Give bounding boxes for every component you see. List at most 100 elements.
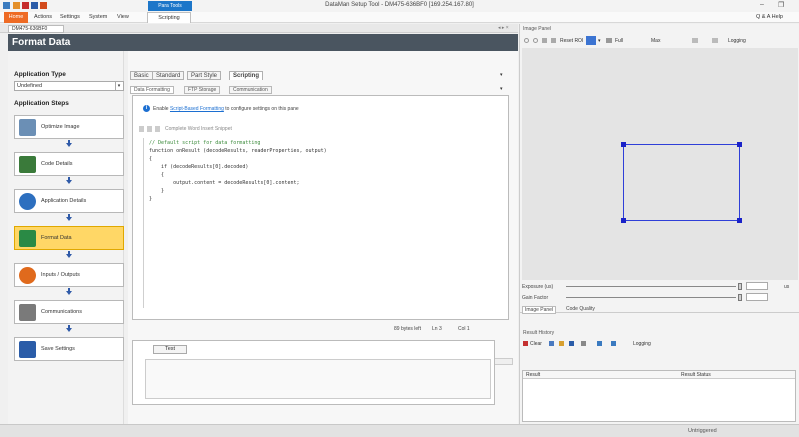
step-save-settings[interactable]: Save Settings [14, 337, 124, 361]
roi-rectangle[interactable] [621, 142, 742, 223]
dropdown-icon[interactable]: ▾ [598, 38, 601, 44]
open-icon[interactable] [559, 341, 564, 346]
test-output[interactable] [145, 359, 491, 399]
title-bar: Para Tools DataMan Setup Tool - DM475-63… [0, 0, 799, 12]
window-title: DataMan Setup Tool - DM475-636BF0 [169.2… [325, 2, 474, 8]
exposure-slider[interactable] [566, 286, 736, 287]
step-label: Optimize Image [41, 124, 80, 130]
step-label: Application Details [41, 198, 87, 204]
step-label: Save Settings [41, 346, 75, 352]
application-steps-panel: Application Type Undefined ▾ Application… [8, 51, 124, 424]
application-type-select[interactable]: Undefined ▾ [14, 81, 124, 91]
pin-icon[interactable] [597, 341, 602, 346]
image-toolbar: Reset ROI ▾ Full Max Logging [522, 36, 798, 47]
fit-icon[interactable] [551, 38, 556, 43]
tab-scripting[interactable]: Scripting [229, 71, 264, 80]
roi-handle[interactable] [621, 142, 626, 147]
gain-thumb[interactable] [738, 294, 742, 301]
menu-view[interactable]: View [117, 14, 129, 20]
exposure-unit: us [784, 284, 790, 290]
full-select[interactable]: Full [615, 38, 623, 44]
exposure-input[interactable] [746, 282, 768, 290]
results-header-row: Result Result Status [523, 371, 795, 379]
grid-icon[interactable] [581, 341, 586, 346]
clear-button[interactable]: Clear [530, 341, 542, 347]
save-image-icon[interactable] [712, 38, 718, 43]
menu-scripting[interactable]: Scripting [147, 12, 191, 23]
test-button[interactable]: Test [153, 345, 187, 354]
live-video-icon[interactable] [586, 36, 596, 45]
tab-standard[interactable]: Standard [152, 71, 185, 80]
column-header[interactable]: Result Status [681, 372, 711, 378]
speaker-icon[interactable] [611, 341, 616, 346]
application-type-value: Undefined [17, 83, 43, 89]
grid-icon[interactable] [692, 38, 698, 43]
code-editor[interactable]: // Default script for data formatting fu… [145, 138, 505, 308]
step-application-details[interactable]: Application Details [14, 189, 124, 213]
document-tab[interactable]: DM475-636BF0 [8, 25, 64, 33]
image-panel: Image Panel Reset ROI ▾ Full Max Logging… [519, 24, 799, 424]
menu-home[interactable]: Home [4, 12, 28, 23]
trigger-status: Untriggered [688, 428, 717, 434]
copy-icon[interactable] [147, 126, 152, 132]
format-data-panel: Basic Standard Part Style Scripting ▾ Da… [128, 51, 518, 424]
paste-icon[interactable] [155, 126, 160, 132]
step-format-data[interactable]: Format Data [14, 226, 124, 250]
ribbon-menu: Home Actions Settings System View Script… [0, 12, 799, 23]
filter-icon[interactable] [549, 341, 554, 346]
step-optimize-image[interactable]: Optimize Image [14, 115, 124, 139]
restore-icon[interactable]: ❐ [778, 1, 784, 9]
zoom-select[interactable]: Max [651, 38, 660, 44]
clear-icon[interactable] [523, 341, 528, 346]
subtab-ftp-storage[interactable]: FTP Storage [184, 86, 221, 94]
reset-roi-button[interactable]: Reset ROI [560, 38, 583, 44]
gain-input[interactable] [746, 293, 768, 301]
zoom-out-icon[interactable] [533, 38, 538, 43]
camera-icon[interactable] [606, 38, 612, 43]
tab-code-quality[interactable]: Code Quality [566, 306, 595, 312]
step-label: Communications [41, 309, 82, 315]
subtab-overflow-icon[interactable]: ▾ [500, 86, 503, 92]
code-gutter [143, 138, 144, 308]
editor-toolbar: Complete Word Insert Snippet [137, 126, 297, 134]
code-line: } [149, 196, 153, 202]
cut-icon[interactable] [139, 126, 144, 132]
step-communications[interactable]: Communications [14, 300, 124, 324]
minimize-icon[interactable]: – [760, 1, 764, 8]
roi-handle[interactable] [621, 218, 626, 223]
enable-script-link[interactable]: Script-Based Formatting [170, 106, 224, 112]
exposure-thumb[interactable] [738, 283, 742, 290]
tab-basic[interactable]: Basic [130, 71, 153, 80]
column-header[interactable]: Result [526, 372, 540, 378]
editor-toolbar-text[interactable]: Complete Word Insert Snippet [165, 126, 232, 132]
code-line: // Default script for data formatting [149, 140, 261, 146]
step-code-details[interactable]: Code Details [14, 152, 124, 176]
save-icon[interactable] [569, 341, 574, 346]
tab-image-panel[interactable]: Image Panel [522, 306, 557, 314]
tab-part-style[interactable]: Part Style [187, 71, 222, 80]
search-help[interactable]: Q & A Help [756, 14, 783, 20]
subtab-communication[interactable]: Communication [229, 86, 272, 94]
gain-slider[interactable] [566, 297, 736, 298]
menu-actions[interactable]: Actions [34, 14, 52, 20]
roi-handle[interactable] [737, 218, 742, 223]
panel-pin-icon[interactable]: ◂ ▸ × [498, 25, 509, 31]
image-viewer[interactable] [522, 48, 798, 280]
results-toolbar: Clear Logging [523, 340, 795, 349]
test-pane: Test [132, 340, 495, 405]
save-settings-icon [19, 341, 36, 358]
roi-handle[interactable] [737, 142, 742, 147]
gain-label: Gain Factor [522, 295, 549, 301]
results-logging[interactable]: Logging [633, 341, 651, 347]
step-label: Format Data [41, 235, 72, 241]
info-icon: i [143, 105, 150, 112]
subtab-data-formatting[interactable]: Data Formatting [130, 86, 174, 94]
pan-icon[interactable] [542, 38, 547, 43]
logging-select[interactable]: Logging [728, 38, 746, 44]
menu-system[interactable]: System [89, 14, 107, 20]
step-label: Code Details [41, 161, 73, 167]
step-inputs-outputs[interactable]: Inputs / Outputs [14, 263, 124, 287]
tab-overflow-icon[interactable]: ▾ [500, 72, 503, 78]
zoom-in-icon[interactable] [524, 38, 529, 43]
menu-settings[interactable]: Settings [60, 14, 80, 20]
